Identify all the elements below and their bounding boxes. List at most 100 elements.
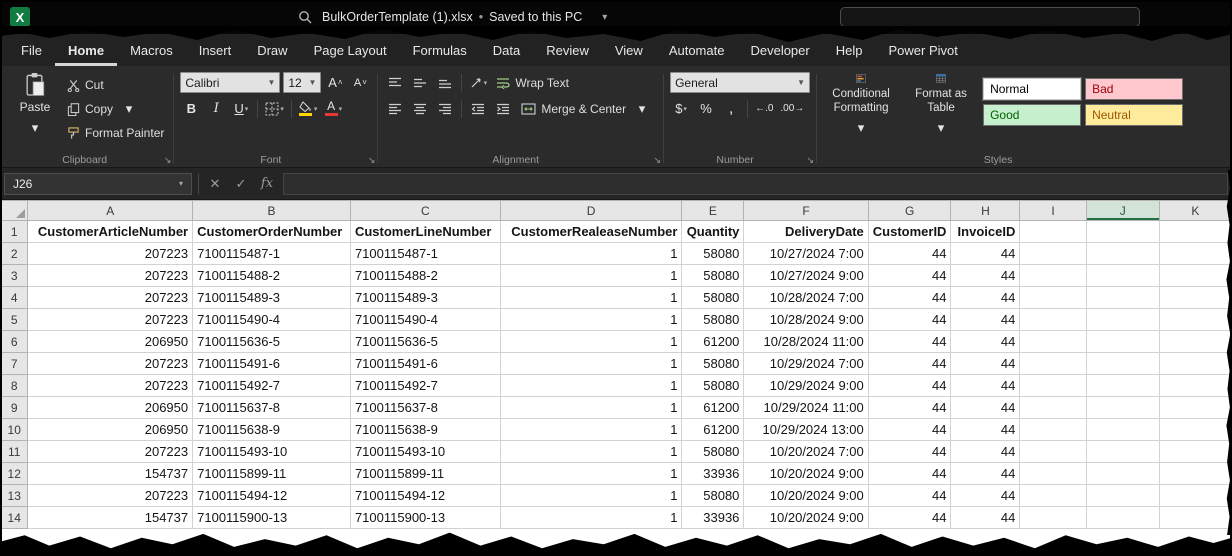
- cell-B11[interactable]: 7100115493-10: [193, 441, 351, 463]
- cell-K3[interactable]: [1159, 265, 1231, 287]
- cell-E3[interactable]: 58080: [682, 265, 744, 287]
- ribbon-tab-page-layout[interactable]: Page Layout: [301, 34, 400, 66]
- cell-D6[interactable]: 1: [500, 331, 682, 353]
- cell-K12[interactable]: [1159, 463, 1231, 485]
- cell-G3[interactable]: 44: [868, 265, 951, 287]
- increase-font-size-button[interactable]: A˄: [324, 72, 346, 93]
- cell-C5[interactable]: 7100115490-4: [350, 309, 500, 331]
- ribbon-tab-home[interactable]: Home: [55, 34, 117, 66]
- cell-A5[interactable]: 207223: [28, 309, 193, 331]
- accounting-format-button[interactable]: $▾: [670, 98, 692, 119]
- cell-H12[interactable]: 44: [951, 463, 1020, 485]
- cell-A3[interactable]: 207223: [28, 265, 193, 287]
- cell-F12[interactable]: 10/20/2024 9:00: [744, 463, 868, 485]
- wrap-text-button[interactable]: Wrap Text: [492, 72, 573, 93]
- borders-button[interactable]: ▾: [263, 98, 286, 119]
- cell-H1[interactable]: InvoiceID: [951, 221, 1020, 243]
- copy-button[interactable]: Copy ▾: [64, 99, 167, 119]
- row-header-1[interactable]: 1: [1, 221, 28, 243]
- middle-align-button[interactable]: [409, 72, 431, 93]
- cell-G8[interactable]: 44: [868, 375, 951, 397]
- cell-G10[interactable]: 44: [868, 419, 951, 441]
- cell-D3[interactable]: 1: [500, 265, 682, 287]
- cell-J8[interactable]: [1086, 375, 1159, 397]
- col-header-J[interactable]: J: [1086, 201, 1159, 221]
- cell-G2[interactable]: 44: [868, 243, 951, 265]
- cell-H10[interactable]: 44: [951, 419, 1020, 441]
- cell-J12[interactable]: [1086, 463, 1159, 485]
- chevron-down-icon[interactable]: ▾: [631, 98, 653, 119]
- cell-F10[interactable]: 10/29/2024 13:00: [744, 419, 868, 441]
- cell-J3[interactable]: [1086, 265, 1159, 287]
- cell-I11[interactable]: [1020, 441, 1086, 463]
- cell-B14[interactable]: 7100115900-13: [193, 507, 351, 529]
- cell-B8[interactable]: 7100115492-7: [193, 375, 351, 397]
- cell-E12[interactable]: 33936: [682, 463, 744, 485]
- cell-I5[interactable]: [1020, 309, 1086, 331]
- cell-D2[interactable]: 1: [500, 243, 682, 265]
- cell-J7[interactable]: [1086, 353, 1159, 375]
- cell-D8[interactable]: 1: [500, 375, 682, 397]
- cell-C2[interactable]: 7100115487-1: [350, 243, 500, 265]
- cell-J9[interactable]: [1086, 397, 1159, 419]
- cell-A1[interactable]: CustomerArticleNumber: [28, 221, 193, 243]
- ribbon-tab-insert[interactable]: Insert: [186, 34, 245, 66]
- cell-F2[interactable]: 10/27/2024 7:00: [744, 243, 868, 265]
- bold-button[interactable]: B: [180, 98, 202, 119]
- percent-style-button[interactable]: %: [695, 98, 717, 119]
- cell-B4[interactable]: 7100115489-3: [193, 287, 351, 309]
- excel-logo-icon[interactable]: X: [10, 7, 30, 27]
- col-header-K[interactable]: K: [1159, 201, 1231, 221]
- cell-E7[interactable]: 58080: [682, 353, 744, 375]
- cell-K14[interactable]: [1159, 507, 1231, 529]
- cell-J14[interactable]: [1086, 507, 1159, 529]
- cell-H4[interactable]: 44: [951, 287, 1020, 309]
- cell-A11[interactable]: 207223: [28, 441, 193, 463]
- cell-I4[interactable]: [1020, 287, 1086, 309]
- cell-E2[interactable]: 58080: [682, 243, 744, 265]
- col-header-H[interactable]: H: [951, 201, 1020, 221]
- cell-E11[interactable]: 58080: [682, 441, 744, 463]
- cell-D4[interactable]: 1: [500, 287, 682, 309]
- cell-I7[interactable]: [1020, 353, 1086, 375]
- chevron-down-icon[interactable]: ▾: [602, 12, 607, 23]
- cell-C4[interactable]: 7100115489-3: [350, 287, 500, 309]
- col-header-D[interactable]: D: [500, 201, 682, 221]
- cell-H14[interactable]: 44: [951, 507, 1020, 529]
- cell-A10[interactable]: 206950: [28, 419, 193, 441]
- cell-J2[interactable]: [1086, 243, 1159, 265]
- cell-E14[interactable]: 33936: [682, 507, 744, 529]
- cell-F13[interactable]: 10/20/2024 9:00: [744, 485, 868, 507]
- cell-F1[interactable]: DeliveryDate: [744, 221, 868, 243]
- cell-B12[interactable]: 7100115899-11: [193, 463, 351, 485]
- cell-A12[interactable]: 154737: [28, 463, 193, 485]
- cell-E13[interactable]: 58080: [682, 485, 744, 507]
- cell-C7[interactable]: 7100115491-6: [350, 353, 500, 375]
- cell-C13[interactable]: 7100115494-12: [350, 485, 500, 507]
- fill-color-button[interactable]: ▾: [297, 98, 320, 119]
- row-header-7[interactable]: 7: [1, 353, 28, 375]
- cell-H8[interactable]: 44: [951, 375, 1020, 397]
- ribbon-tab-automate[interactable]: Automate: [656, 34, 738, 66]
- cell-A4[interactable]: 207223: [28, 287, 193, 309]
- format-painter-button[interactable]: Format Painter: [64, 123, 167, 143]
- document-title[interactable]: BulkOrderTemplate (1).xlsx • Saved to th…: [322, 10, 607, 24]
- cell-J1[interactable]: [1086, 221, 1159, 243]
- cell-K6[interactable]: [1159, 331, 1231, 353]
- row-header-6[interactable]: 6: [1, 331, 28, 353]
- cell-I1[interactable]: [1020, 221, 1086, 243]
- cell-C14[interactable]: 7100115900-13: [350, 507, 500, 529]
- decrease-indent-button[interactable]: [467, 98, 489, 119]
- cell-D11[interactable]: 1: [500, 441, 682, 463]
- bottom-align-button[interactable]: [434, 72, 456, 93]
- cell-I9[interactable]: [1020, 397, 1086, 419]
- cell-E6[interactable]: 61200: [682, 331, 744, 353]
- alignment-dialog-launcher-icon[interactable]: ↘: [654, 155, 662, 166]
- cell-K9[interactable]: [1159, 397, 1231, 419]
- font-name-combo[interactable]: Calibri▼: [180, 72, 280, 93]
- insert-function-icon[interactable]: fx: [257, 176, 277, 191]
- cell-K2[interactable]: [1159, 243, 1231, 265]
- decrease-font-size-button[interactable]: A˅: [349, 72, 371, 93]
- cell-D7[interactable]: 1: [500, 353, 682, 375]
- cell-G1[interactable]: CustomerID: [868, 221, 951, 243]
